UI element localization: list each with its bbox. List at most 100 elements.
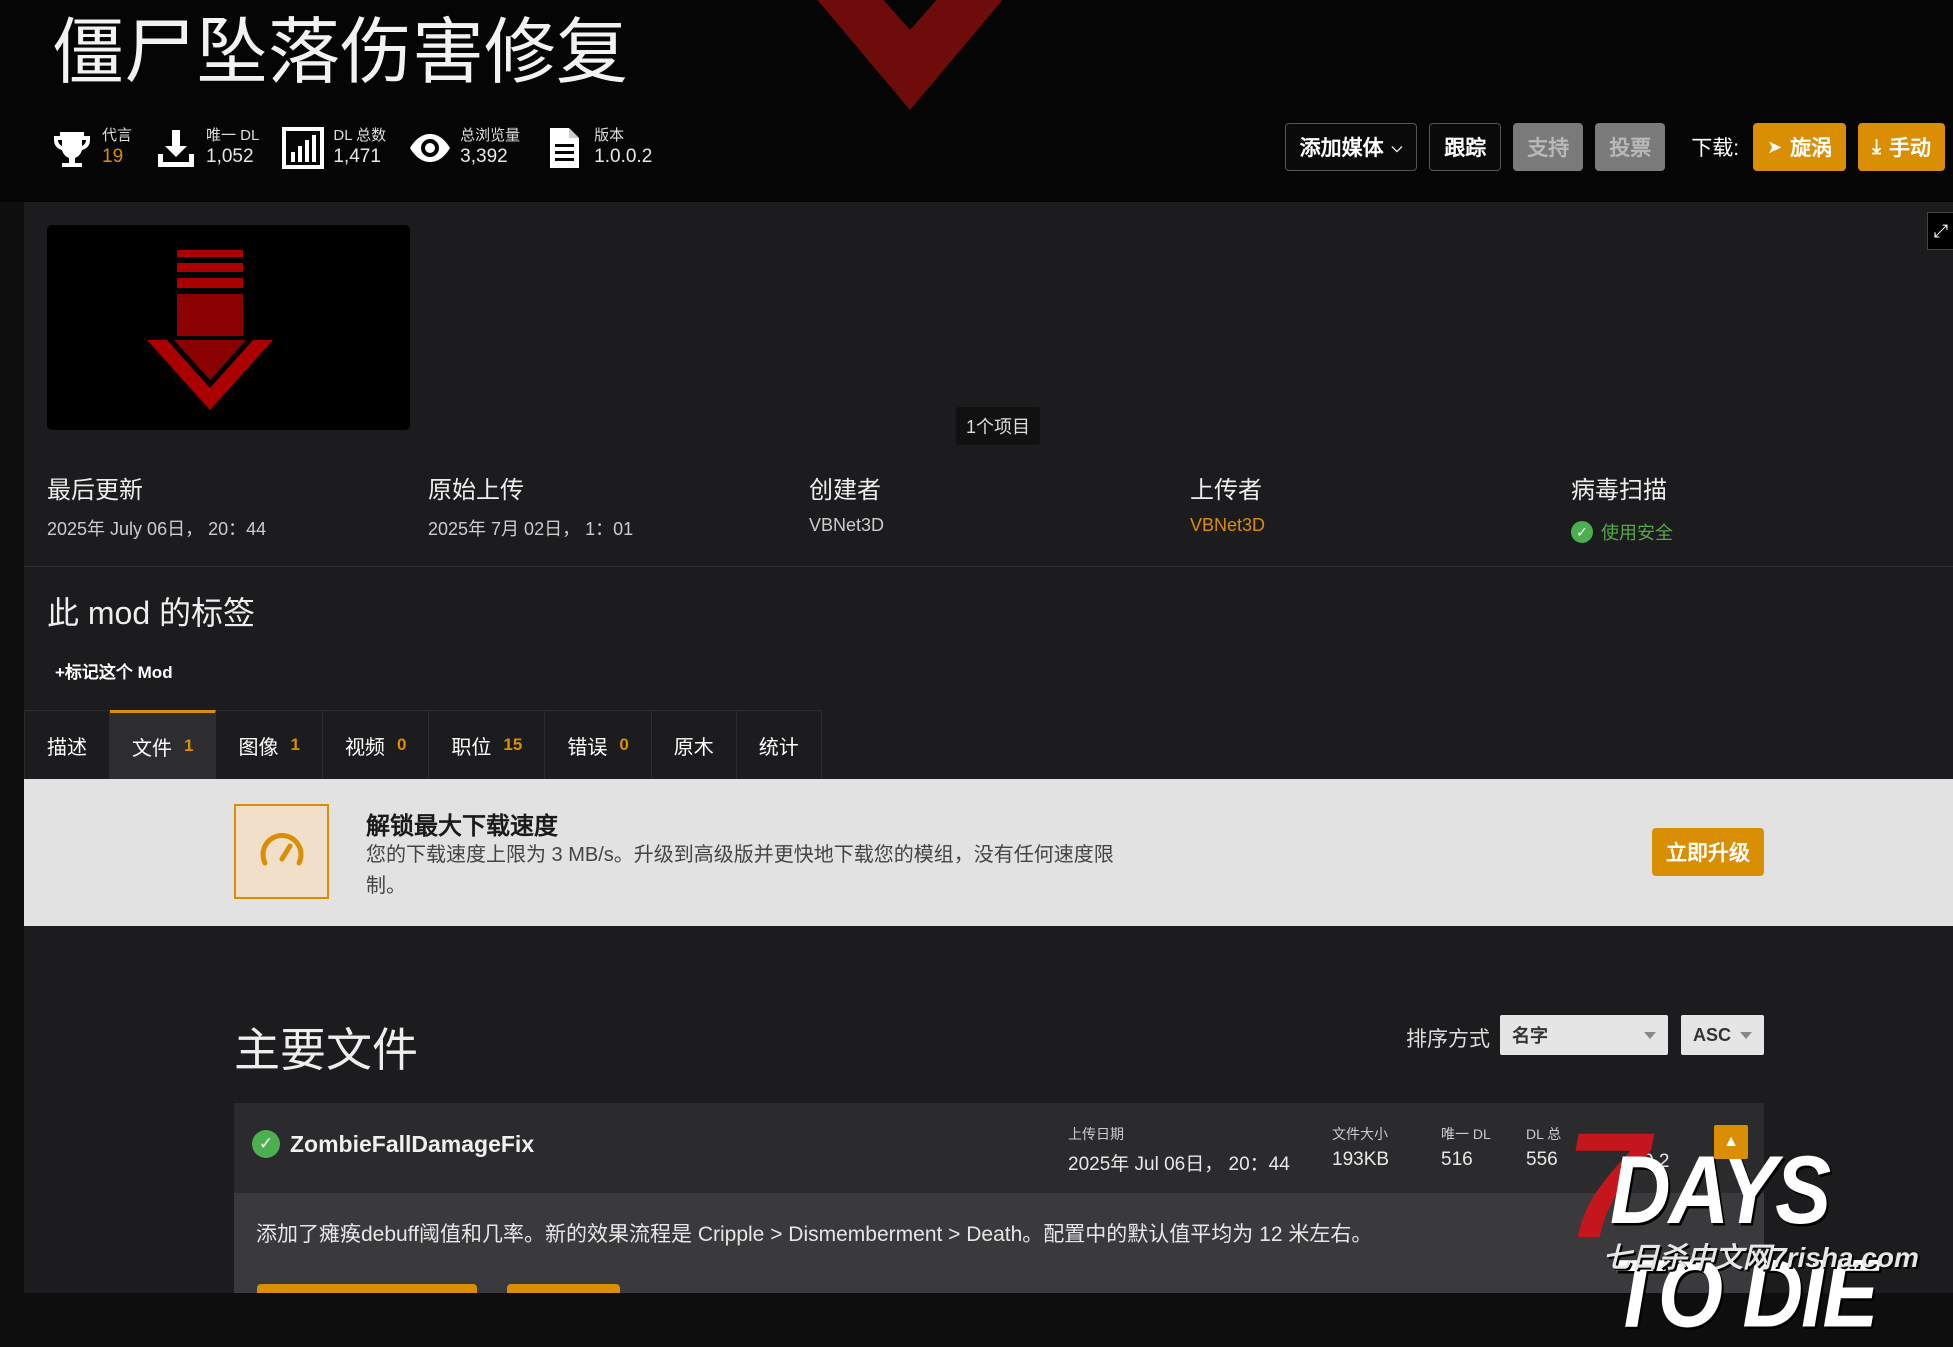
tab-label: 原木 — [673, 736, 714, 759]
vortex-icon: ➤ — [1767, 136, 1783, 157]
tab-label: 统计 — [758, 736, 799, 759]
meta-value: VBNet3D — [809, 515, 885, 535]
tab-posts[interactable]: 职位 15 — [429, 710, 546, 779]
stat-endorsements: 代言 19 — [50, 126, 132, 170]
gallery-thumbnail[interactable] — [47, 225, 410, 430]
meta-heading: 最后更新 — [47, 477, 143, 504]
sort-order-select[interactable]: ASC — [1681, 1015, 1764, 1055]
file-size: 文件大小 193KB — [1332, 1124, 1389, 1171]
tab-count: 0 — [619, 735, 629, 754]
file-meta-label: 文件大小 — [1332, 1126, 1388, 1142]
hero-chevron-graphic — [817, 0, 1003, 110]
stat-value: 3,392 — [460, 146, 508, 167]
sort-by-select[interactable]: 名字 — [1500, 1015, 1668, 1055]
meta-value: 2025年 7月 02日， 1：01 — [428, 519, 634, 539]
file-name: ✓ ZombieFallDamageFix — [252, 1130, 534, 1158]
document-icon — [542, 126, 586, 170]
file-meta-label: 唯一 DL — [1441, 1126, 1491, 1142]
tab-videos[interactable]: 视频 0 — [322, 710, 430, 779]
stat-value: 1.0.0.2 — [594, 146, 653, 167]
watermark-sub: 七日杀中文网7risha.com — [1603, 1242, 1919, 1273]
stat-unique-downloads: 唯一 DL 1,052 — [154, 126, 259, 170]
tab-bugs[interactable]: 错误 0 — [545, 710, 652, 779]
stat-label: 总浏览量 — [460, 127, 521, 144]
vote-button[interactable]: 投票 — [1595, 123, 1666, 171]
eye-icon — [408, 126, 452, 170]
tab-count: 0 — [396, 735, 407, 754]
file-total-dl: DL 总 556 — [1526, 1124, 1561, 1171]
file-upload-date: 上传日期 2025年 Jul 06日， 20：44 — [1068, 1124, 1290, 1176]
tab-images[interactable]: 图像 1 — [216, 710, 323, 779]
meta-original-upload: 原始上传 2025年 7月 02日， 1：01 — [428, 470, 633, 541]
dropdown-arrow-icon — [1644, 1031, 1656, 1039]
tab-count: 1 — [184, 736, 194, 755]
download-icon — [154, 126, 198, 170]
tag-mod-button[interactable]: +标记这个 Mod — [55, 658, 173, 683]
mod-actions: 添加媒体 ⌵ 跟踪 支持 投票 下载: ➤ 旋涡 ⤓ 手动 — [1273, 122, 1945, 172]
main-files-title: 主要文件 — [234, 1024, 418, 1076]
file-download-button[interactable] — [257, 1284, 477, 1293]
tab-label: 视频 — [344, 736, 385, 759]
gallery-items-count: 1个项目 — [956, 407, 1041, 445]
meta-creator: 创建者 VBNet3D — [809, 470, 884, 536]
tab-label: 描述 — [47, 736, 87, 759]
sort-label: 排序方式 — [1406, 1028, 1490, 1051]
stat-total-downloads: DL 总数 1,471 — [281, 126, 386, 170]
tab-stats[interactable]: 统计 — [736, 710, 822, 779]
tab-label: 文件 — [132, 737, 172, 760]
chevron-down-icon: ⌵ — [1391, 138, 1403, 155]
meta-last-updated: 最后更新 2025年 July 06日， 20：44 — [47, 470, 266, 541]
meta-virus-scan: 病毒扫描 ✓ 使用安全 — [1571, 470, 1673, 545]
meta-heading: 创建者 — [809, 477, 881, 504]
add-media-button[interactable]: 添加媒体 ⌵ — [1284, 123, 1418, 171]
tags-title: 此 mod 的标签 — [47, 595, 256, 631]
vortex-download-button[interactable]: ➤ 旋涡 — [1753, 123, 1847, 171]
stat-version: 版本 1.0.0.2 — [542, 126, 652, 170]
stat-label: 唯一 DL — [206, 127, 260, 144]
fullscreen-icon[interactable]: ⤢ — [1927, 212, 1953, 250]
meta-heading: 病毒扫描 — [1571, 477, 1667, 504]
mod-tabs: 描述 文件 1 图像 1 视频 0 职位 15 错误 0 原木 统计 — [24, 710, 822, 779]
check-circle-icon: ✓ — [1571, 521, 1593, 543]
track-button[interactable]: 跟踪 — [1429, 123, 1502, 171]
upgrade-button[interactable]: 立即升级 — [1652, 828, 1764, 876]
file-meta-value: 556 — [1526, 1149, 1558, 1170]
tab-count: 15 — [503, 735, 523, 754]
meta-heading: 原始上传 — [428, 477, 524, 504]
check-circle-icon: ✓ — [252, 1130, 280, 1158]
meta-value: 2025年 July 06日， 20：44 — [47, 519, 267, 539]
file-description: 添加了瘫痪debuff阈值和几率。新的效果流程是 Cripple > Disme… — [256, 1223, 1373, 1246]
download-icon: ⤓ — [1872, 135, 1881, 158]
file-name-text: ZombieFallDamageFix — [290, 1130, 535, 1157]
file-meta-label: DL 总 — [1526, 1126, 1562, 1142]
support-button[interactable]: 支持 — [1513, 123, 1584, 171]
manual-label: 手动 — [1889, 137, 1931, 160]
stat-views: 总浏览量 3,392 — [408, 126, 520, 170]
file-meta-value: 193KB — [1332, 1149, 1390, 1170]
meta-uploader: 上传者 VBNet3D — [1190, 470, 1265, 536]
stat-value: 1,471 — [333, 146, 381, 167]
speedometer-icon — [234, 804, 329, 899]
file-unique-dl: 唯一 DL 516 — [1441, 1124, 1491, 1171]
chevron-up-icon[interactable]: ▲ — [1714, 1125, 1748, 1159]
tab-count: 1 — [290, 735, 300, 754]
tab-description[interactable]: 描述 — [24, 710, 110, 779]
promo-title: 解锁最大下载速度 — [366, 813, 558, 840]
tab-logs[interactable]: 原木 — [651, 710, 737, 779]
stat-value: 19 — [102, 146, 124, 167]
file-preview-button[interactable] — [507, 1284, 620, 1293]
promo-text: 您的下载速度上限为 3 MB/s。升级到高级版并更快地下载您的模组，没有任何速度… — [366, 844, 1114, 897]
section-divider — [24, 566, 1953, 567]
tab-label: 图像 — [238, 736, 279, 759]
virus-scan-value: 使用安全 — [1601, 523, 1673, 543]
dropdown-arrow-icon — [1740, 1031, 1752, 1039]
trophy-icon — [50, 126, 94, 170]
virus-scan-status[interactable]: ✓ 使用安全 — [1571, 519, 1673, 545]
mod-title: 僵尸坠落伤害修复 — [52, 13, 629, 93]
sort-by-value: 名字 — [1512, 1026, 1548, 1046]
tab-files[interactable]: 文件 1 — [110, 710, 217, 779]
file-meta-value: 2025年 Jul 06日， 20：44 — [1068, 1154, 1290, 1175]
manual-download-button[interactable]: ⤓ 手动 — [1858, 123, 1945, 171]
vortex-label: 旋涡 — [1790, 137, 1833, 160]
uploader-link[interactable]: VBNet3D — [1190, 515, 1265, 536]
